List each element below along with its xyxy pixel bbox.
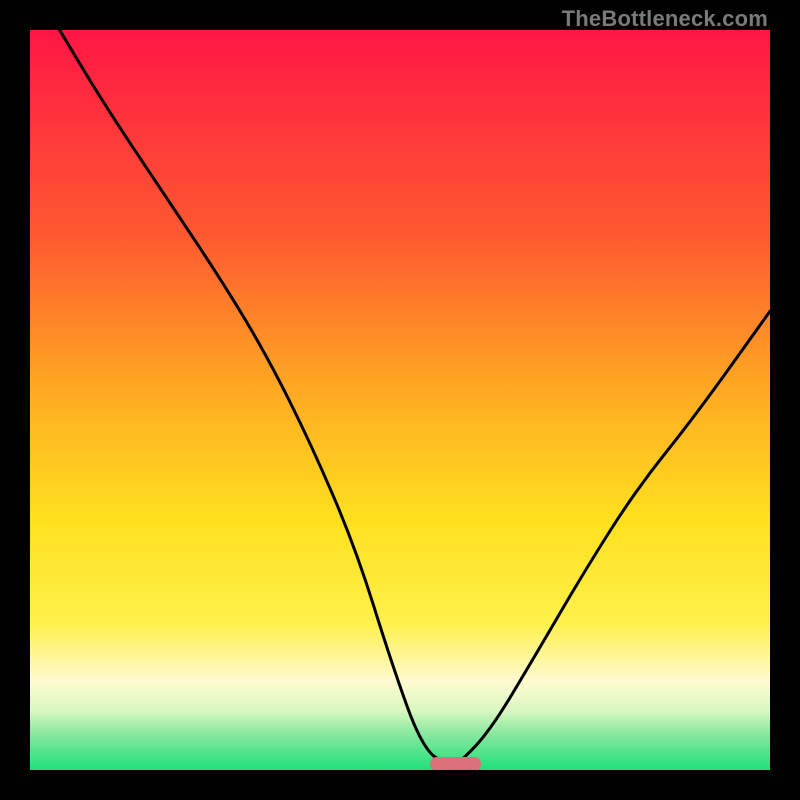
curve-layer bbox=[30, 30, 770, 770]
bottleneck-curve bbox=[60, 30, 770, 766]
optimal-range-marker bbox=[430, 757, 482, 770]
chart-frame: TheBottleneck.com bbox=[0, 0, 800, 800]
watermark-text: TheBottleneck.com bbox=[562, 6, 768, 32]
plot-area bbox=[30, 30, 770, 770]
